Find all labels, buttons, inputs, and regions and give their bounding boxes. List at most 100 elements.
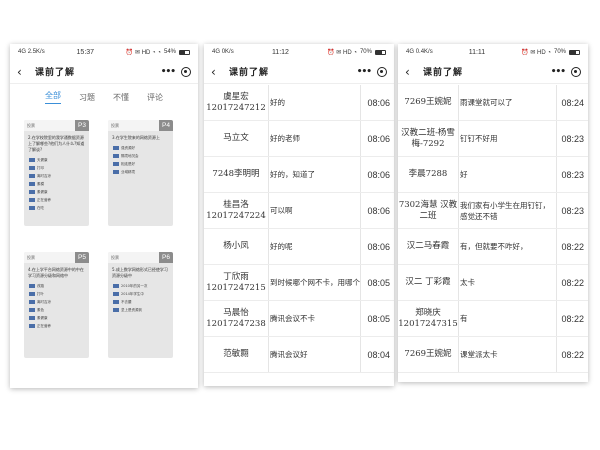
tab-comments[interactable]: 评论 (147, 92, 163, 103)
clock: 11:12 (271, 48, 289, 56)
student-name: 马立文 (223, 133, 249, 143)
tab-exercises[interactable]: 习题 (79, 92, 95, 103)
status-bar: 4G 0K/s 11:12 ⏰ ✉ HD ◔ 70% (204, 44, 394, 60)
comment-time: 08:06 (367, 241, 390, 252)
mini-program-capsule: ••• (161, 66, 191, 77)
comment-time: 08:23 (561, 169, 584, 180)
close-target-icon[interactable] (377, 66, 387, 77)
card-question: 5.成上数学网络形式已经使学习资源分级中 (112, 267, 168, 278)
phone-screen-comments-2: 4G 0.4K/s 11:11 ⏰ ✉ HD ◔ 70% ‹ 课前了解 ••• 7… (398, 44, 588, 382)
card-option: 不去腰 (108, 298, 173, 306)
page-badge: P6 (159, 252, 173, 263)
card-option: 素模 (24, 180, 89, 188)
comment-row: 7269王婉妮 雨课堂就可以了 08:24 (398, 85, 588, 121)
comment-text: 好的老师 (270, 134, 300, 143)
student-name: 汉二 丁彩霞 (405, 277, 451, 287)
comment-time: 08:06 (367, 133, 390, 144)
comment-time: 08:22 (561, 241, 584, 252)
slide-card-p4[interactable]: 投票 P4 3.在学生院来的网络资源上 强资源好 隔境地况会 相连是好 业域精境 (108, 120, 173, 226)
comment-table: 7269王婉妮 雨课堂就可以了 08:24 汉教二班-杨雪梅-7292 钉钉不好用 08:… (398, 85, 588, 373)
battery-percent: 54% (163, 49, 176, 55)
comment-text: 腾讯会议好 (270, 350, 308, 359)
tab-dont-understand[interactable]: 不懂 (113, 92, 129, 103)
student-name: 郑晓庆 12017247315 (398, 307, 458, 329)
card-option: 正在营养 (24, 196, 89, 204)
comment-row: 汉二马春霞 有，但就要不咋好， 08:22 (398, 229, 588, 265)
page-title: 课前了解 (229, 68, 270, 78)
comment-time: 08:05 (367, 313, 390, 324)
status-bar: 4G 2.5K/s 15:37 ⏰ ✉ HD ◔ ◔ 54% (10, 44, 198, 60)
more-dots-icon[interactable]: ••• (551, 67, 566, 77)
comment-text: 好的 (270, 98, 285, 107)
comment-text: 可以啊 (270, 206, 293, 215)
battery-icon (179, 49, 190, 55)
comment-row: 郑晓庆 12017247315 有 08:22 (398, 301, 588, 337)
card-header: 投票 (111, 254, 119, 260)
comment-time: 08:22 (561, 313, 584, 324)
card-header: 投票 (27, 254, 35, 260)
status-bar: 4G 0.4K/s 11:11 ⏰ ✉ HD ◔ 70% (398, 44, 588, 60)
page-badge: P4 (159, 120, 173, 131)
slide-card-p5[interactable]: 投票 P5 4.在上学平台网络资源中的中在学习资源分级和网络中 改路 打叶 离时吉… (24, 252, 89, 358)
status-icons: ⏰ ✉ HD ◔ (521, 49, 551, 56)
comment-time: 08:23 (561, 133, 584, 144)
close-target-icon[interactable] (571, 66, 581, 77)
carrier: 4G (406, 49, 415, 55)
comment-text: 钉钉不好用 (460, 134, 498, 143)
comment-time: 08:23 (561, 205, 584, 216)
nav-bar: ‹ 课前了解 ••• (398, 60, 588, 84)
comment-row: 桂昌洛 12017247224 可以啊 08:06 (204, 193, 394, 229)
comment-row: 范敏翾 腾讯会议好 08:04 (204, 337, 394, 373)
back-arrow-icon[interactable]: ‹ (17, 66, 29, 78)
comment-row: 7302海慧 汉教二班 我们家有小学生在用钉钉，感觉还不错 08:23 (398, 193, 588, 229)
comment-table: 虞星宏 12017247212 好的 08:06 马立文 好的老师 08:06 7248李明… (204, 85, 394, 373)
carrier: 4G (212, 49, 221, 55)
tab-all[interactable]: 全部 (45, 90, 61, 104)
phone-screen-comments-1: 4G 0K/s 11:12 ⏰ ✉ HD ◔ 70% ‹ 课前了解 ••• 虞星宏… (204, 44, 394, 386)
card-option: 强资源好 (108, 144, 173, 152)
page-title: 课前了解 (35, 68, 76, 78)
student-name: 马晨怡 12017247238 (206, 307, 266, 329)
comment-text: 好的，知道了 (270, 170, 315, 179)
more-dots-icon[interactable]: ••• (357, 67, 372, 77)
comment-time: 08:06 (367, 97, 390, 108)
slide-card-p3[interactable]: 投票 P3 2.在学校院里的我学通数据资源上了解哪些?他们为人什么?知道了解谈? … (24, 120, 89, 226)
back-arrow-icon[interactable]: ‹ (211, 66, 223, 78)
comment-time: 08:06 (367, 169, 390, 180)
battery-icon (374, 49, 386, 55)
card-option: 在吃 (24, 204, 89, 212)
card-option: 正在营养 (24, 322, 89, 330)
card-header: 投票 (27, 122, 35, 128)
comment-text: 我们家有小学生在用钉钉，感觉还不错 (460, 200, 550, 221)
net-speed: 2.5K/s (27, 49, 45, 55)
student-name: 7302海慧 汉教二班 (398, 199, 458, 221)
more-dots-icon[interactable]: ••• (161, 67, 176, 77)
card-option: 2014年学生中 (108, 290, 173, 298)
slide-card-p6[interactable]: 投票 P6 5.成上数学网络形式已经使学习资源分级中 2010年的另一次 2014… (108, 252, 173, 358)
card-option: 隔境地况会 (108, 152, 173, 160)
comment-time: 08:06 (367, 205, 390, 216)
student-name: 丁欣雨 12017247215 (206, 271, 266, 293)
comment-text: 太卡 (460, 278, 475, 287)
student-name: 7269王婉妮 (404, 349, 452, 359)
comment-time: 08:24 (561, 97, 584, 108)
mini-program-capsule: ••• (551, 66, 581, 77)
mini-program-capsule: ••• (357, 66, 387, 77)
comment-text: 雨课堂就可以了 (460, 98, 513, 107)
student-name: 7269王婉妮 (404, 97, 452, 107)
status-icons: ⏰ ✉ HD ◔ (327, 49, 357, 56)
comment-row: 马立文 好的老师 08:06 (204, 121, 394, 157)
filter-tabs: 全部 习题 不懂 评论 (10, 86, 198, 108)
card-option: 素健康 (24, 314, 89, 322)
close-target-icon[interactable] (181, 66, 191, 77)
phone-screen-overview: 4G 2.5K/s 15:37 ⏰ ✉ HD ◔ ◔ 54% ‹ 课前了解 •••… (10, 44, 198, 388)
clock: 15:37 (76, 48, 95, 56)
net-speed: 0K/s (221, 49, 234, 55)
battery-percent: 70% (359, 49, 372, 55)
comment-row: 汉二 丁彩霞 太卡 08:22 (398, 265, 588, 301)
card-option: 2010年的另一次 (108, 282, 173, 290)
comment-row: 7248李明明 好的，知道了 08:06 (204, 157, 394, 193)
page-badge: P3 (75, 120, 89, 131)
card-question: 3.在学生院来的网络资源上 (112, 135, 160, 140)
back-arrow-icon[interactable]: ‹ (405, 66, 417, 78)
